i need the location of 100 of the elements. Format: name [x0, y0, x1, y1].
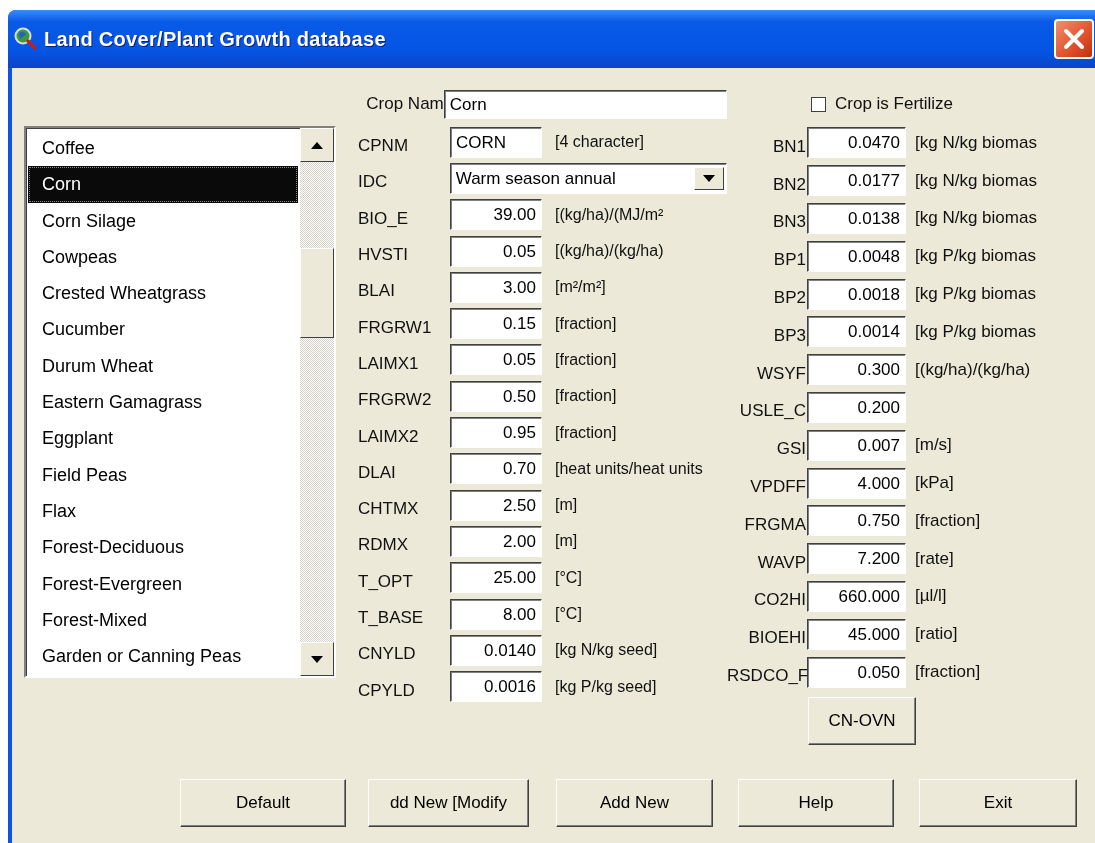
list-item[interactable]: Cowpeas [28, 238, 298, 276]
number-field[interactable]: 0.70 [450, 453, 542, 485]
field-label: WSYF [755, 362, 807, 384]
dialog-button[interactable]: dd New [Modify [368, 778, 529, 827]
list-item[interactable]: Corn Silage [28, 202, 298, 239]
crop-list[interactable]: Coffee Corn Corn Silage Cowpeas Crested Wheatgrass Cucumber Durum Wheat Eastern Gamagrass Eggplant Field Peas Flax Forest-Deciduous Forest-Evergreen Forest-Mixed Garden or Canning Peas [24, 126, 336, 678]
number-field[interactable]: 0.15 [450, 308, 542, 340]
field-label: WAVP [756, 551, 807, 573]
list-item[interactable]: Crested Wheatgrass [28, 275, 298, 312]
field-label: FRGRW2 [357, 389, 433, 411]
field-label: BIOEHI [747, 627, 807, 649]
list-item[interactable]: Coffee [28, 130, 298, 167]
number-field[interactable]: 0.0016 [450, 671, 542, 703]
text-field[interactable]: CORN [450, 126, 542, 158]
number-field[interactable]: 0.050 [807, 656, 906, 688]
unit-label: [kPa] [915, 473, 954, 494]
number-field[interactable]: 45.000 [807, 618, 906, 650]
number-field[interactable]: 0.05 [450, 235, 542, 267]
list-item[interactable]: Flax [28, 492, 298, 530]
dialog-button[interactable]: Exit [919, 778, 1077, 827]
scroll-down-button[interactable] [300, 642, 334, 676]
number-field[interactable]: 0.0140 [450, 634, 542, 666]
dropdown-button[interactable] [694, 166, 724, 190]
cn-ovn-button[interactable]: CN-OVN [808, 696, 916, 745]
field-label: LAIMX1 [357, 352, 420, 374]
field-label: DLAI [357, 461, 397, 483]
unit-label: [(kg/ha)/(MJ/m² [555, 205, 664, 224]
list-item[interactable]: Forest-Mixed [28, 601, 298, 639]
unit-label: [kg P/kg biomas [915, 321, 1036, 342]
number-field[interactable]: 660.000 [807, 580, 906, 612]
number-field[interactable]: 0.300 [807, 354, 906, 386]
list-item[interactable]: Cucumber [28, 311, 298, 348]
number-field[interactable]: 0.0177 [807, 165, 906, 197]
number-field[interactable]: 0.0048 [807, 240, 906, 272]
dropdown[interactable]: Warm season annual [449, 162, 727, 194]
unit-label: [fraction] [555, 314, 617, 333]
number-field[interactable]: 4.000 [807, 467, 906, 499]
number-field[interactable]: 7.200 [807, 543, 906, 575]
unit-label: [kg P/kg biomas [915, 246, 1036, 267]
field-label: BIO_E [357, 207, 410, 229]
scroll-thumb[interactable] [300, 248, 334, 338]
field-label: IDC [357, 171, 389, 193]
field-label: GSI [775, 438, 807, 460]
list-item[interactable]: Garden or Canning Peas [28, 638, 298, 675]
field-label: BLAI [357, 280, 396, 302]
number-field[interactable]: 39.00 [450, 199, 542, 231]
list-item[interactable]: Eggplant [28, 420, 298, 457]
unit-label: [heat units/heat units [555, 459, 703, 478]
globe-magnifier-icon [14, 27, 38, 51]
scrollbar[interactable] [300, 128, 334, 676]
unit-label: [m/s] [915, 435, 952, 456]
number-field[interactable]: 0.50 [450, 380, 542, 412]
close-button[interactable] [1054, 19, 1094, 59]
number-field[interactable]: 3.00 [450, 271, 542, 303]
unit-label: [kg P/kg seed] [555, 677, 657, 696]
unit-label: [kg P/kg biomas [915, 284, 1036, 305]
number-field[interactable]: 0.0014 [807, 316, 906, 348]
unit-label: [fraction] [555, 387, 617, 406]
down-arrow-icon [311, 655, 323, 663]
field-label: BN2 [771, 173, 807, 195]
unit-label: [kg N/kg biomas [915, 132, 1037, 153]
list-item[interactable]: Field Peas [28, 456, 298, 493]
window-title: Land Cover/Plant Growth database [44, 27, 386, 51]
unit-label: [fraction] [915, 662, 981, 683]
number-field[interactable]: 2.00 [450, 525, 542, 557]
list-item[interactable]: Forest-Deciduous [28, 529, 298, 566]
dialog-button[interactable]: Default [180, 778, 346, 827]
number-field[interactable]: 0.200 [807, 391, 906, 423]
number-field[interactable]: 0.0138 [807, 203, 906, 234]
number-field[interactable]: 0.007 [807, 429, 906, 461]
number-field[interactable]: 0.750 [807, 505, 906, 537]
number-field[interactable]: 0.95 [450, 417, 542, 448]
scroll-up-button[interactable] [300, 128, 334, 162]
list-item[interactable]: Corn [28, 166, 298, 203]
unit-label: [°C] [555, 605, 582, 623]
field-label: CHTMX [357, 498, 420, 520]
field-label: T_OPT [357, 570, 414, 592]
number-field[interactable]: 0.05 [450, 344, 542, 376]
dialog-button[interactable]: Help [738, 778, 894, 827]
number-field[interactable]: 8.00 [450, 598, 542, 630]
crop-name-field[interactable]: Corn [443, 89, 727, 119]
checkbox-label: Crop is Fertilize [835, 94, 954, 114]
unit-label: [kg N/kg seed] [555, 641, 658, 660]
field-label: RSDCO_F [727, 665, 807, 687]
field-label: CPYLD [357, 679, 416, 701]
field-label: RDMX [357, 534, 410, 556]
unit-label: [µl/l] [915, 586, 947, 607]
number-field[interactable]: 0.0018 [807, 278, 906, 310]
field-label: CPNM [357, 135, 410, 157]
list-item[interactable]: Eastern Gamagrass [28, 384, 298, 421]
list-item[interactable]: Forest-Evergreen [28, 565, 298, 602]
field-label: BN1 [771, 135, 807, 157]
number-field[interactable]: 25.00 [450, 562, 542, 594]
number-field[interactable]: 0.0470 [807, 127, 906, 159]
dialog-button[interactable]: Add New [556, 778, 713, 827]
list-item[interactable]: Durum Wheat [28, 347, 298, 385]
field-label: LAIMX2 [357, 425, 420, 447]
number-field[interactable]: 2.50 [450, 489, 542, 521]
unit-label: [(kg/ha)/(kg/ha) [915, 359, 1031, 380]
checkbox[interactable] [811, 96, 826, 112]
